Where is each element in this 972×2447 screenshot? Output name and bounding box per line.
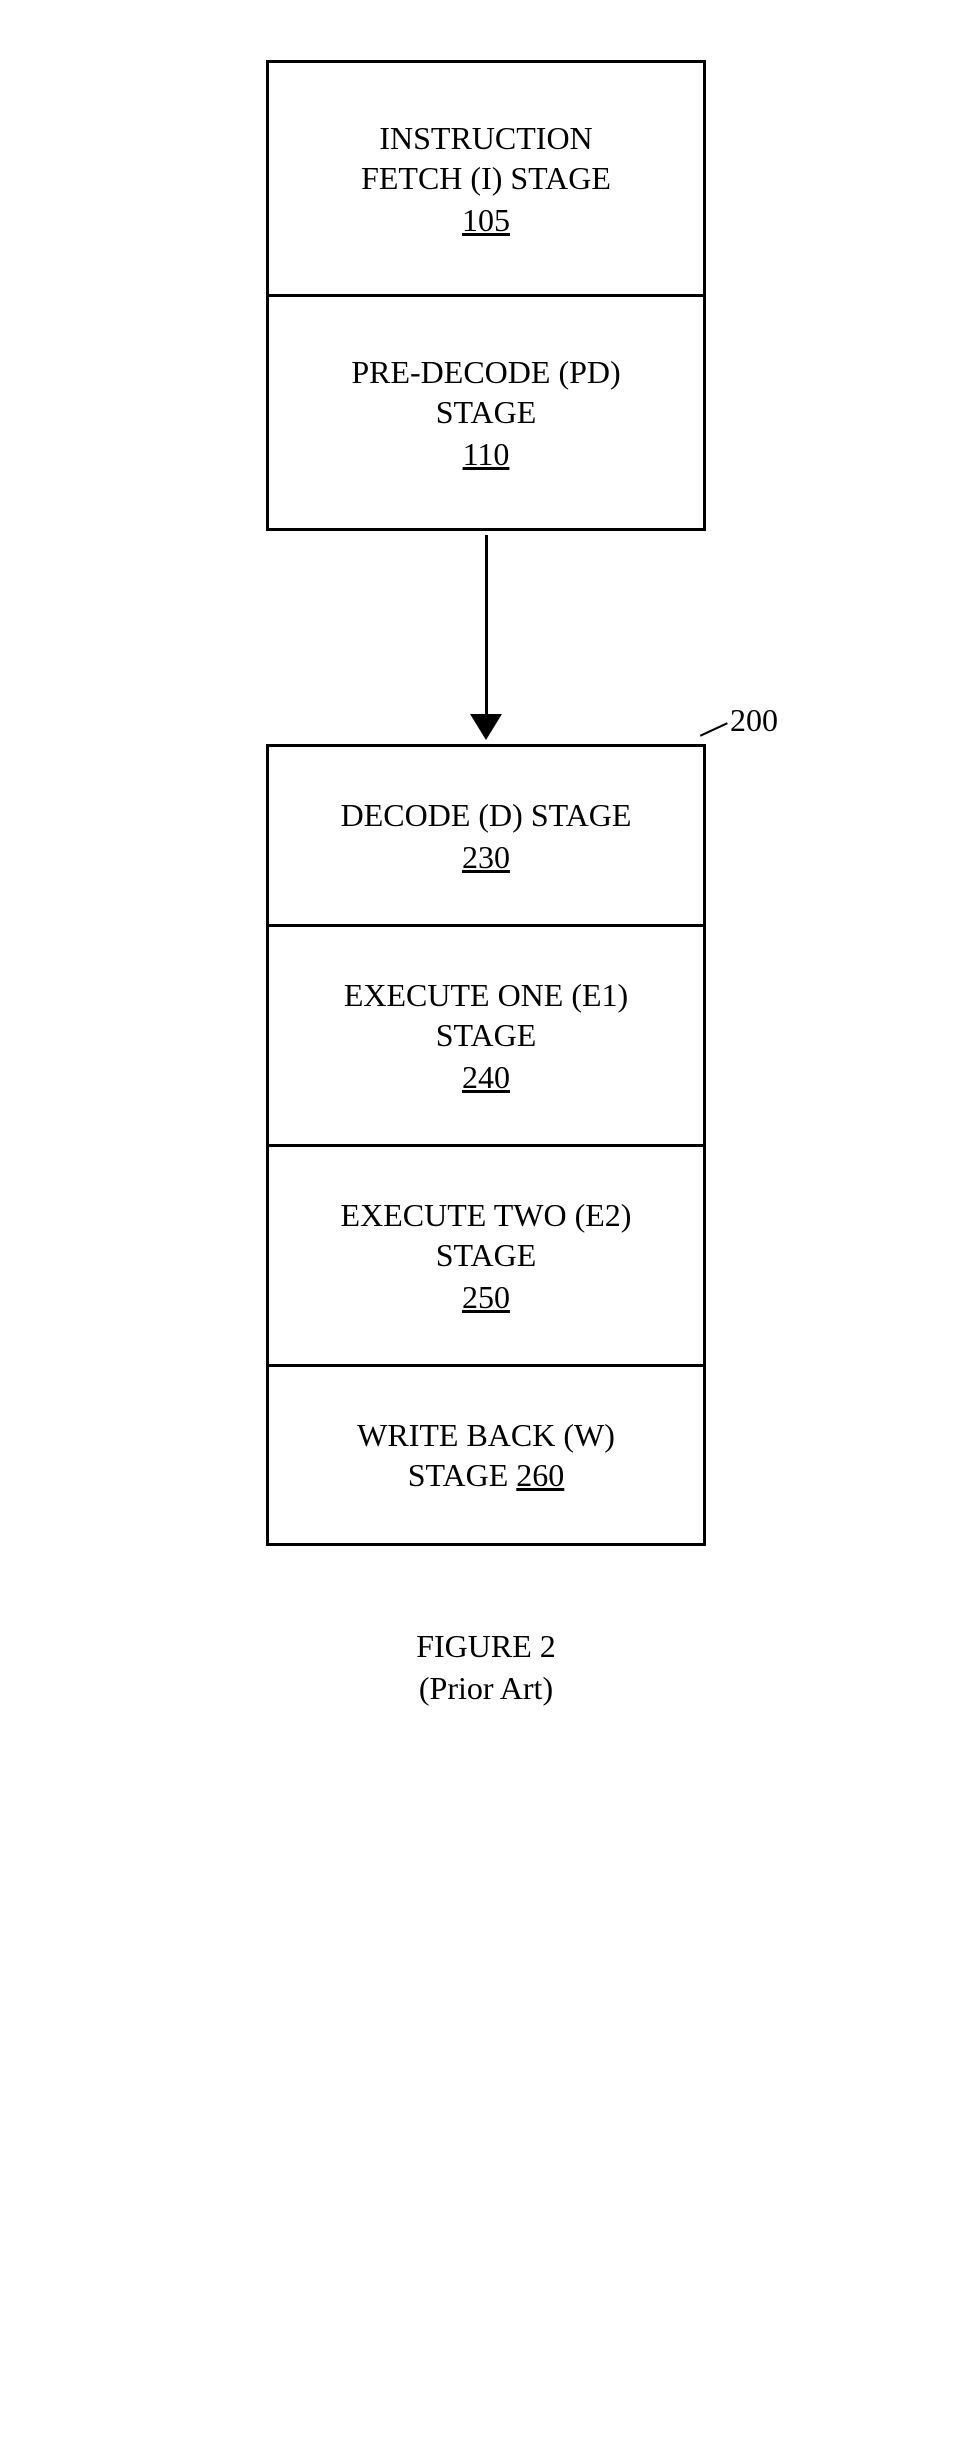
arrow-head-icon — [470, 714, 502, 740]
caption-line2: (Prior Art) — [416, 1668, 556, 1710]
stage-ref-inline: 260 — [516, 1457, 564, 1493]
stage-title-line1: PRE-DECODE (PD) — [351, 354, 620, 390]
bottom-stage-group: DECODE (D) STAGE 230 EXECUTE ONE (E1) ST… — [266, 744, 706, 1546]
stage-title: DECODE (D) STAGE — [289, 795, 683, 835]
stage-title: EXECUTE ONE (E1) STAGE — [289, 975, 683, 1055]
instruction-fetch-stage: INSTRUCTION FETCH (I) STAGE 105 — [269, 63, 703, 297]
write-back-stage: WRITE BACK (W) STAGE 260 — [269, 1367, 703, 1543]
pre-decode-stage: PRE-DECODE (PD) STAGE 110 — [269, 297, 703, 528]
stage-title-line1: EXECUTE ONE (E1) — [344, 977, 628, 1013]
stage-title: PRE-DECODE (PD) STAGE — [289, 352, 683, 432]
stage-title: EXECUTE TWO (E2) STAGE — [289, 1195, 683, 1275]
bottom-stage-group-wrapper: 200 DECODE (D) STAGE 230 EXECUTE ONE (E1… — [266, 744, 706, 1546]
arrow-line — [485, 535, 488, 715]
stage-title-line1: INSTRUCTION — [379, 120, 592, 156]
stage-title-line1: DECODE (D) STAGE — [341, 797, 632, 833]
stage-title-line2-pre: STAGE — [408, 1457, 517, 1493]
arrow-down — [470, 535, 502, 740]
stage-ref: 110 — [463, 436, 510, 473]
top-stage-group: INSTRUCTION FETCH (I) STAGE 105 PRE-DECO… — [266, 60, 706, 531]
stage-ref: 230 — [462, 839, 510, 876]
figure-caption: FIGURE 2 (Prior Art) — [416, 1626, 556, 1709]
decode-stage: DECODE (D) STAGE 230 — [269, 747, 703, 927]
stage-ref: 250 — [462, 1279, 510, 1316]
stage-title-line2: FETCH (I) STAGE — [361, 160, 611, 196]
stage-ref: 240 — [462, 1059, 510, 1096]
pipeline-diagram: INSTRUCTION FETCH (I) STAGE 105 PRE-DECO… — [266, 60, 706, 1709]
stage-title-line2: STAGE — [436, 1017, 537, 1053]
stage-title-line2: STAGE — [436, 1237, 537, 1273]
stage-title: WRITE BACK (W) STAGE 260 — [289, 1415, 683, 1495]
group-ref-label: 200 — [730, 702, 778, 739]
caption-line1: FIGURE 2 — [416, 1626, 556, 1668]
stage-title-line1: WRITE BACK (W) — [357, 1417, 615, 1453]
execute-one-stage: EXECUTE ONE (E1) STAGE 240 — [269, 927, 703, 1147]
stage-ref: 105 — [462, 202, 510, 239]
stage-title-line1: EXECUTE TWO (E2) — [341, 1197, 632, 1233]
execute-two-stage: EXECUTE TWO (E2) STAGE 250 — [269, 1147, 703, 1367]
stage-title-line2: STAGE — [436, 394, 537, 430]
stage-title: INSTRUCTION FETCH (I) STAGE — [289, 118, 683, 198]
